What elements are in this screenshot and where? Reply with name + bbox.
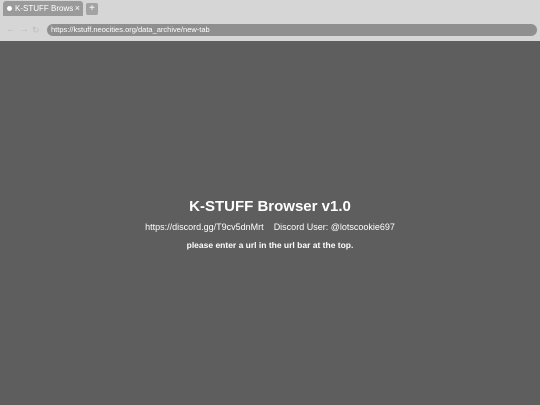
info-line: https://discord.gg/T9cv5dnMrt Discord Use…: [0, 222, 540, 232]
tab-strip: K-STUFF Browser × +: [0, 0, 540, 19]
url-input[interactable]: https://kstuff.neocities.org/data_archiv…: [47, 24, 537, 36]
forward-arrow-icon[interactable]: →: [19, 25, 29, 35]
browser-window: K-STUFF Browser × + ← → ↻ https://kstuff…: [0, 0, 540, 405]
globe-icon: [7, 6, 12, 11]
discord-user: Discord User: @lotscookie697: [273, 222, 395, 232]
tab-k-stuff-browser[interactable]: K-STUFF Browser ×: [3, 1, 83, 16]
tab-title: K-STUFF Browser: [15, 4, 73, 13]
back-arrow-icon[interactable]: ←: [6, 25, 16, 35]
new-tab-button[interactable]: +: [86, 3, 98, 15]
page-content: K-STUFF Browser v1.0 https://discord.gg/…: [0, 41, 540, 405]
close-tab-icon[interactable]: ×: [75, 4, 80, 13]
page-title: K-STUFF Browser v1.0: [189, 198, 351, 215]
discord-link[interactable]: https://discord.gg/T9cv5dnMrt: [145, 222, 264, 232]
browser-chrome: K-STUFF Browser × + ← → ↻ https://kstuff…: [0, 0, 540, 41]
reload-icon[interactable]: ↻: [32, 25, 40, 35]
navigation-toolbar: ← → ↻ https://kstuff.neocities.org/data_…: [0, 19, 540, 41]
url-prompt-message: please enter a url in the url bar at the…: [186, 240, 354, 250]
